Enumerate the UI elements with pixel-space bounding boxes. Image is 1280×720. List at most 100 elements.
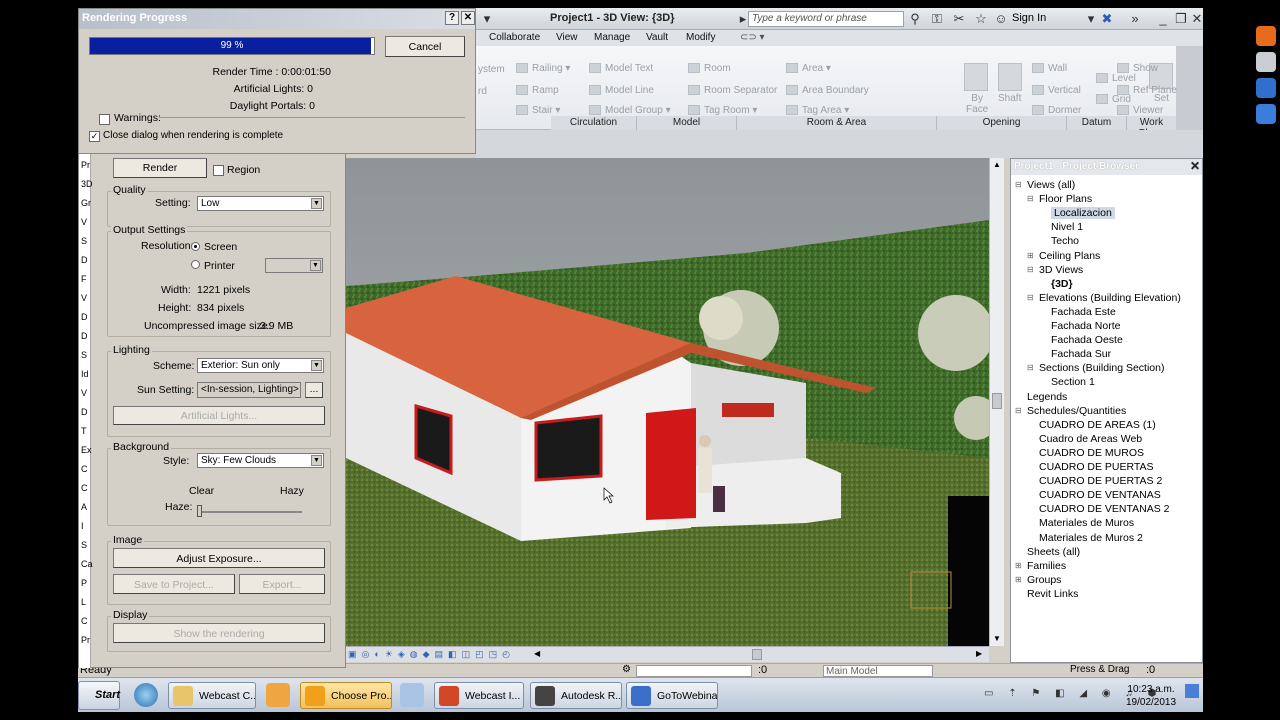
browser-tree-item[interactable]: Cuadro de Areas Web — [1039, 433, 1142, 445]
tag-area-button[interactable]: Tag Area ▾ — [786, 105, 849, 116]
show-rendering-button[interactable]: Show the rendering — [113, 623, 325, 643]
hscroll-thumb[interactable] — [752, 649, 762, 660]
filter-count[interactable]: :0 — [758, 664, 767, 676]
more-icon[interactable]: » — [1128, 12, 1142, 26]
media-player-icon[interactable] — [266, 683, 290, 707]
toolbar-blue2-icon[interactable] — [1256, 104, 1276, 124]
browser-tree-item[interactable]: Nivel 1 — [1051, 221, 1083, 233]
browser-tree-item[interactable]: Fachada Este — [1051, 306, 1116, 318]
cancel-button[interactable]: Cancel — [385, 36, 465, 57]
collapse-icon[interactable]: ⊟ — [1027, 363, 1034, 372]
wall-opening-button[interactable]: Wall — [1032, 63, 1067, 74]
3d-viewport[interactable] — [346, 158, 989, 646]
tab-vault[interactable]: Vault — [646, 32, 668, 43]
expand-icon[interactable]: ⊞ — [1015, 575, 1022, 584]
taskbar-webcast-c[interactable]: Webcast C... — [168, 682, 256, 709]
close-icon[interactable]: ✕ — [1190, 12, 1203, 26]
tools-icon[interactable] — [400, 683, 424, 707]
scroll-thumb[interactable] — [992, 393, 1002, 409]
taskbar-gotowebinar[interactable]: GoToWebinar — [626, 682, 718, 709]
sun-setting-browse-button[interactable]: ... — [305, 382, 323, 398]
view-controls-icons[interactable]: ▣◎◐☀◈◍◆▤◧◫◰◳◴ — [348, 649, 515, 660]
panel-room-area[interactable]: Room & Area — [736, 116, 936, 130]
model-group-button[interactable]: Model Group ▾ — [589, 105, 671, 116]
by-face-icon[interactable] — [964, 63, 988, 91]
browser-tree-item[interactable]: Sections (Building Section) — [1039, 362, 1164, 374]
area-button[interactable]: Area ▾ — [786, 63, 831, 74]
browser-tree-item[interactable]: Families — [1027, 560, 1066, 572]
taskbar-autodesk[interactable]: Autodesk R... — [530, 682, 622, 709]
restore-icon[interactable]: ❐ — [1174, 12, 1188, 26]
shaft-icon[interactable] — [998, 63, 1022, 91]
collapse-icon[interactable]: ⊟ — [1027, 293, 1034, 302]
dropdown-arrow-icon[interactable]: ▾ — [480, 12, 494, 26]
browser-tree-item[interactable]: CUADRO DE PUERTAS — [1039, 461, 1154, 473]
browser-tree-item[interactable]: CUADRO DE AREAS (1) — [1039, 419, 1156, 431]
browser-tree-item[interactable]: Materiales de Muros — [1039, 517, 1134, 529]
worksets-icon[interactable]: ⚙ — [622, 664, 631, 675]
adjust-exposure-button[interactable]: Adjust Exposure... — [113, 548, 325, 568]
scroll-up-icon[interactable]: ▲ — [993, 160, 1001, 169]
close-icon[interactable]: ✕ — [1190, 159, 1200, 173]
browser-tree-item[interactable]: {3D} — [1051, 278, 1073, 290]
scroll-right-icon[interactable]: ▶ — [976, 649, 982, 658]
model-text-button[interactable]: Model Text — [589, 63, 653, 74]
save-to-project-button[interactable]: Save to Project... — [113, 574, 235, 594]
browser-tree-item[interactable]: Schedules/Quantities — [1027, 405, 1126, 417]
browser-tree-item[interactable]: CUADRO DE MUROS — [1039, 447, 1144, 459]
minimize-icon[interactable]: _ — [1156, 12, 1170, 26]
shaft-button[interactable]: Shaft — [998, 93, 1021, 104]
scroll-left-icon[interactable]: ◀ — [534, 649, 540, 658]
ribbon-options-icon[interactable]: ⊂⊃ ▾ — [740, 32, 765, 43]
sign-in-link[interactable]: Sign In — [1012, 12, 1046, 24]
browser-tree-item[interactable]: Section 1 — [1051, 376, 1095, 388]
viewer-button[interactable]: Viewer — [1117, 105, 1163, 116]
region-checkbox[interactable] — [213, 165, 224, 176]
browser-tree-item[interactable]: Views (all) — [1027, 179, 1075, 191]
browser-tree-item[interactable]: Fachada Oeste — [1051, 334, 1123, 346]
tab-view[interactable]: View — [556, 32, 578, 43]
by-face-button[interactable]: By Face — [966, 93, 988, 115]
toolbar-gray-icon[interactable] — [1256, 52, 1276, 72]
ref-plane-button[interactable]: Ref Plane — [1117, 85, 1177, 96]
level-button[interactable]: Level — [1096, 73, 1136, 84]
browser-tree-item[interactable]: Localizacion — [1051, 207, 1115, 220]
help-icon[interactable]: ? — [445, 11, 459, 25]
browser-tree-item[interactable]: CUADRO DE VENTANAS — [1039, 489, 1161, 501]
workset-select[interactable] — [636, 665, 752, 677]
collapse-icon[interactable]: ⊟ — [1015, 406, 1022, 415]
exchange-icon[interactable]: ✖ — [1100, 12, 1114, 26]
taskbar-choose-pro[interactable]: Choose Pro... — [300, 682, 392, 709]
export-button[interactable]: Export... — [239, 574, 325, 594]
printer-radio[interactable] — [191, 260, 200, 269]
expand-icon[interactable]: ⊞ — [1027, 251, 1034, 260]
viewport-scrollbar[interactable]: ▲ ▼ — [989, 158, 1004, 646]
vertical-opening-button[interactable]: Vertical — [1032, 85, 1081, 96]
browser-tree-item[interactable]: Materiales de Muros 2 — [1039, 532, 1143, 544]
browser-tree-item[interactable]: Groups — [1027, 574, 1061, 586]
stair-button[interactable]: Stair ▾ — [516, 105, 560, 116]
railing-button[interactable]: Railing ▾ — [516, 63, 570, 74]
press-drag-toggle[interactable]: Press & Drag — [1070, 664, 1129, 675]
browser-icon[interactable] — [134, 683, 158, 707]
browser-tree-item[interactable]: Techo — [1051, 235, 1079, 247]
show-desktop-button[interactable] — [1185, 684, 1199, 698]
dormer-button[interactable]: Dormer — [1032, 105, 1081, 116]
tools-icon[interactable]: ✂ — [952, 12, 966, 26]
screen-radio[interactable] — [191, 242, 200, 251]
browser-tree-item[interactable]: Fachada Norte — [1051, 320, 1120, 332]
browser-tree-item[interactable]: CUADRO DE VENTANAS 2 — [1039, 503, 1170, 515]
warnings-expand[interactable] — [99, 114, 110, 125]
collapse-icon[interactable]: ⊟ — [1015, 180, 1022, 189]
lighting-scheme-select[interactable]: Exterior: Sun only ▼ — [197, 358, 324, 373]
room-button[interactable]: Room — [688, 63, 731, 74]
taskbar-webcast-i[interactable]: Webcast I... — [434, 682, 524, 709]
browser-tree-item[interactable]: Legends — [1027, 391, 1067, 403]
dropdown-arrow-icon[interactable]: ▾ — [1084, 12, 1098, 26]
tag-room-button[interactable]: Tag Room ▾ — [688, 105, 757, 116]
design-option-select[interactable]: Main Model — [823, 665, 933, 677]
artificial-lights-button[interactable]: Artificial Lights... — [113, 406, 325, 425]
star-icon[interactable]: ☆ — [974, 12, 988, 26]
browser-tree-item[interactable]: CUADRO DE PUERTAS 2 — [1039, 475, 1162, 487]
browser-tree-item[interactable]: Floor Plans — [1039, 193, 1092, 205]
